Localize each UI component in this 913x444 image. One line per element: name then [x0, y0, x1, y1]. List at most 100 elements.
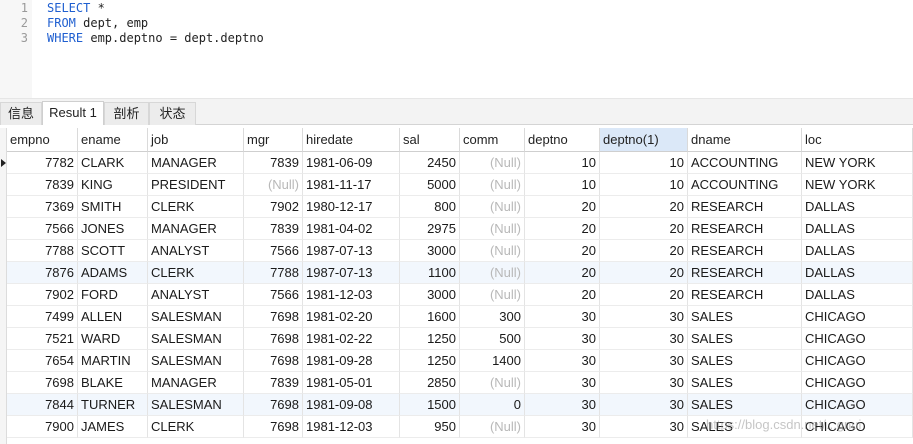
cell-deptno1[interactable]: 10: [600, 152, 688, 174]
table-row[interactable]: 7839 KING PRESIDENT (Null) 1981-11-17 5000 (Nu…: [7, 174, 913, 196]
cell-ename[interactable]: CLARK: [78, 152, 148, 174]
table-row[interactable]: 7876 ADAMS CLERK 7788 1987-07-13 1100 (Null) 20…: [7, 262, 913, 284]
tab-2[interactable]: 剖析: [104, 102, 149, 125]
tab-3[interactable]: 状态: [149, 102, 196, 125]
column-header-deptno1[interactable]: deptno(1): [600, 128, 688, 152]
cell-loc[interactable]: CHICAGO: [802, 306, 913, 328]
cell-hiredate[interactable]: 1981-12-03: [303, 284, 400, 306]
cell-sal[interactable]: 1250: [400, 328, 460, 350]
cell-mgr[interactable]: 7698: [244, 394, 303, 416]
cell-mgr[interactable]: 7566: [244, 284, 303, 306]
column-header-empno[interactable]: empno: [7, 128, 78, 152]
cell-ename[interactable]: ADAMS: [78, 262, 148, 284]
cell-hiredate[interactable]: 1987-07-13: [303, 262, 400, 284]
cell-deptno1[interactable]: 20: [600, 218, 688, 240]
column-header-ename[interactable]: ename: [78, 128, 148, 152]
tab-0[interactable]: 信息: [0, 102, 42, 125]
cell-dname[interactable]: SALES: [688, 350, 802, 372]
table-row[interactable]: 7902 FORD ANALYST 7566 1981-12-03 3000 (Null) 2…: [7, 284, 913, 306]
cell-job[interactable]: CLERK: [148, 416, 244, 438]
column-header-sal[interactable]: sal: [400, 128, 460, 152]
cell-deptno[interactable]: 20: [525, 240, 600, 262]
cell-deptno[interactable]: 20: [525, 284, 600, 306]
cell-deptno1[interactable]: 20: [600, 284, 688, 306]
cell-ename[interactable]: TURNER: [78, 394, 148, 416]
cell-comm[interactable]: (Null): [460, 372, 525, 394]
cell-job[interactable]: PRESIDENT: [148, 174, 244, 196]
cell-job[interactable]: ANALYST: [148, 284, 244, 306]
cell-comm[interactable]: 300: [460, 306, 525, 328]
cell-ename[interactable]: ALLEN: [78, 306, 148, 328]
code-line[interactable]: 2 FROM dept, emp: [0, 16, 913, 31]
cell-mgr[interactable]: 7698: [244, 306, 303, 328]
column-header-dname[interactable]: dname: [688, 128, 802, 152]
cell-deptno1[interactable]: 30: [600, 328, 688, 350]
cell-empno[interactable]: 7698: [7, 372, 78, 394]
cell-hiredate[interactable]: 1987-07-13: [303, 240, 400, 262]
cell-deptno1[interactable]: 30: [600, 372, 688, 394]
cell-empno[interactable]: 7900: [7, 416, 78, 438]
cell-sal[interactable]: 2850: [400, 372, 460, 394]
cell-job[interactable]: MANAGER: [148, 152, 244, 174]
cell-deptno1[interactable]: 10: [600, 174, 688, 196]
cell-deptno[interactable]: 30: [525, 372, 600, 394]
table-row[interactable]: 7788 SCOTT ANALYST 7566 1987-07-13 3000 (Null)…: [7, 240, 913, 262]
cell-hiredate[interactable]: 1981-02-22: [303, 328, 400, 350]
column-header-deptno[interactable]: deptno: [525, 128, 600, 152]
cell-dname[interactable]: RESEARCH: [688, 284, 802, 306]
cell-comm[interactable]: (Null): [460, 240, 525, 262]
cell-mgr[interactable]: 7788: [244, 262, 303, 284]
table-row[interactable]: 7698 BLAKE MANAGER 7839 1981-05-01 2850 (Null)…: [7, 372, 913, 394]
cell-comm[interactable]: (Null): [460, 416, 525, 438]
cell-loc[interactable]: CHICAGO: [802, 372, 913, 394]
cell-job[interactable]: SALESMAN: [148, 306, 244, 328]
cell-sal[interactable]: 800: [400, 196, 460, 218]
cell-empno[interactable]: 7499: [7, 306, 78, 328]
code-line[interactable]: 1 SELECT *: [0, 1, 913, 16]
cell-ename[interactable]: SMITH: [78, 196, 148, 218]
cell-job[interactable]: CLERK: [148, 262, 244, 284]
cell-mgr[interactable]: 7839: [244, 218, 303, 240]
cell-deptno1[interactable]: 20: [600, 240, 688, 262]
cell-deptno[interactable]: 30: [525, 394, 600, 416]
cell-deptno1[interactable]: 30: [600, 306, 688, 328]
code-line[interactable]: 3 WHERE emp.deptno = dept.deptno: [0, 31, 913, 46]
column-header-hiredate[interactable]: hiredate: [303, 128, 400, 152]
cell-hiredate[interactable]: 1981-06-09: [303, 152, 400, 174]
cell-deptno[interactable]: 10: [525, 174, 600, 196]
cell-empno[interactable]: 7521: [7, 328, 78, 350]
result-grid[interactable]: empno ename job mgr hiredate sal comm deptno dep…: [0, 128, 913, 444]
cell-ename[interactable]: BLAKE: [78, 372, 148, 394]
cell-ename[interactable]: FORD: [78, 284, 148, 306]
cell-sal[interactable]: 3000: [400, 240, 460, 262]
row-selector-column[interactable]: [0, 128, 7, 444]
cell-job[interactable]: MANAGER: [148, 218, 244, 240]
cell-deptno[interactable]: 30: [525, 416, 600, 438]
cell-mgr[interactable]: 7902: [244, 196, 303, 218]
cell-deptno1[interactable]: 20: [600, 196, 688, 218]
table-row[interactable]: 7844 TURNER SALESMAN 7698 1981-09-08 1500 0 30 3…: [7, 394, 913, 416]
cell-ename[interactable]: SCOTT: [78, 240, 148, 262]
cell-mgr[interactable]: (Null): [244, 174, 303, 196]
cell-dname[interactable]: ACCOUNTING: [688, 174, 802, 196]
cell-job[interactable]: SALESMAN: [148, 394, 244, 416]
cell-job[interactable]: MANAGER: [148, 372, 244, 394]
cell-deptno[interactable]: 30: [525, 328, 600, 350]
cell-empno[interactable]: 7654: [7, 350, 78, 372]
cell-empno[interactable]: 7902: [7, 284, 78, 306]
cell-deptno1[interactable]: 30: [600, 350, 688, 372]
cell-dname[interactable]: RESEARCH: [688, 262, 802, 284]
cell-sal[interactable]: 2975: [400, 218, 460, 240]
cell-mgr[interactable]: 7698: [244, 416, 303, 438]
cell-loc[interactable]: NEW YORK: [802, 174, 913, 196]
cell-ename[interactable]: WARD: [78, 328, 148, 350]
cell-ename[interactable]: JAMES: [78, 416, 148, 438]
column-header-job[interactable]: job: [148, 128, 244, 152]
cell-loc[interactable]: CHICAGO: [802, 416, 913, 438]
cell-job[interactable]: SALESMAN: [148, 328, 244, 350]
cell-empno[interactable]: 7839: [7, 174, 78, 196]
cell-dname[interactable]: SALES: [688, 328, 802, 350]
cell-empno[interactable]: 7876: [7, 262, 78, 284]
cell-sal[interactable]: 1100: [400, 262, 460, 284]
cell-hiredate[interactable]: 1981-09-08: [303, 394, 400, 416]
